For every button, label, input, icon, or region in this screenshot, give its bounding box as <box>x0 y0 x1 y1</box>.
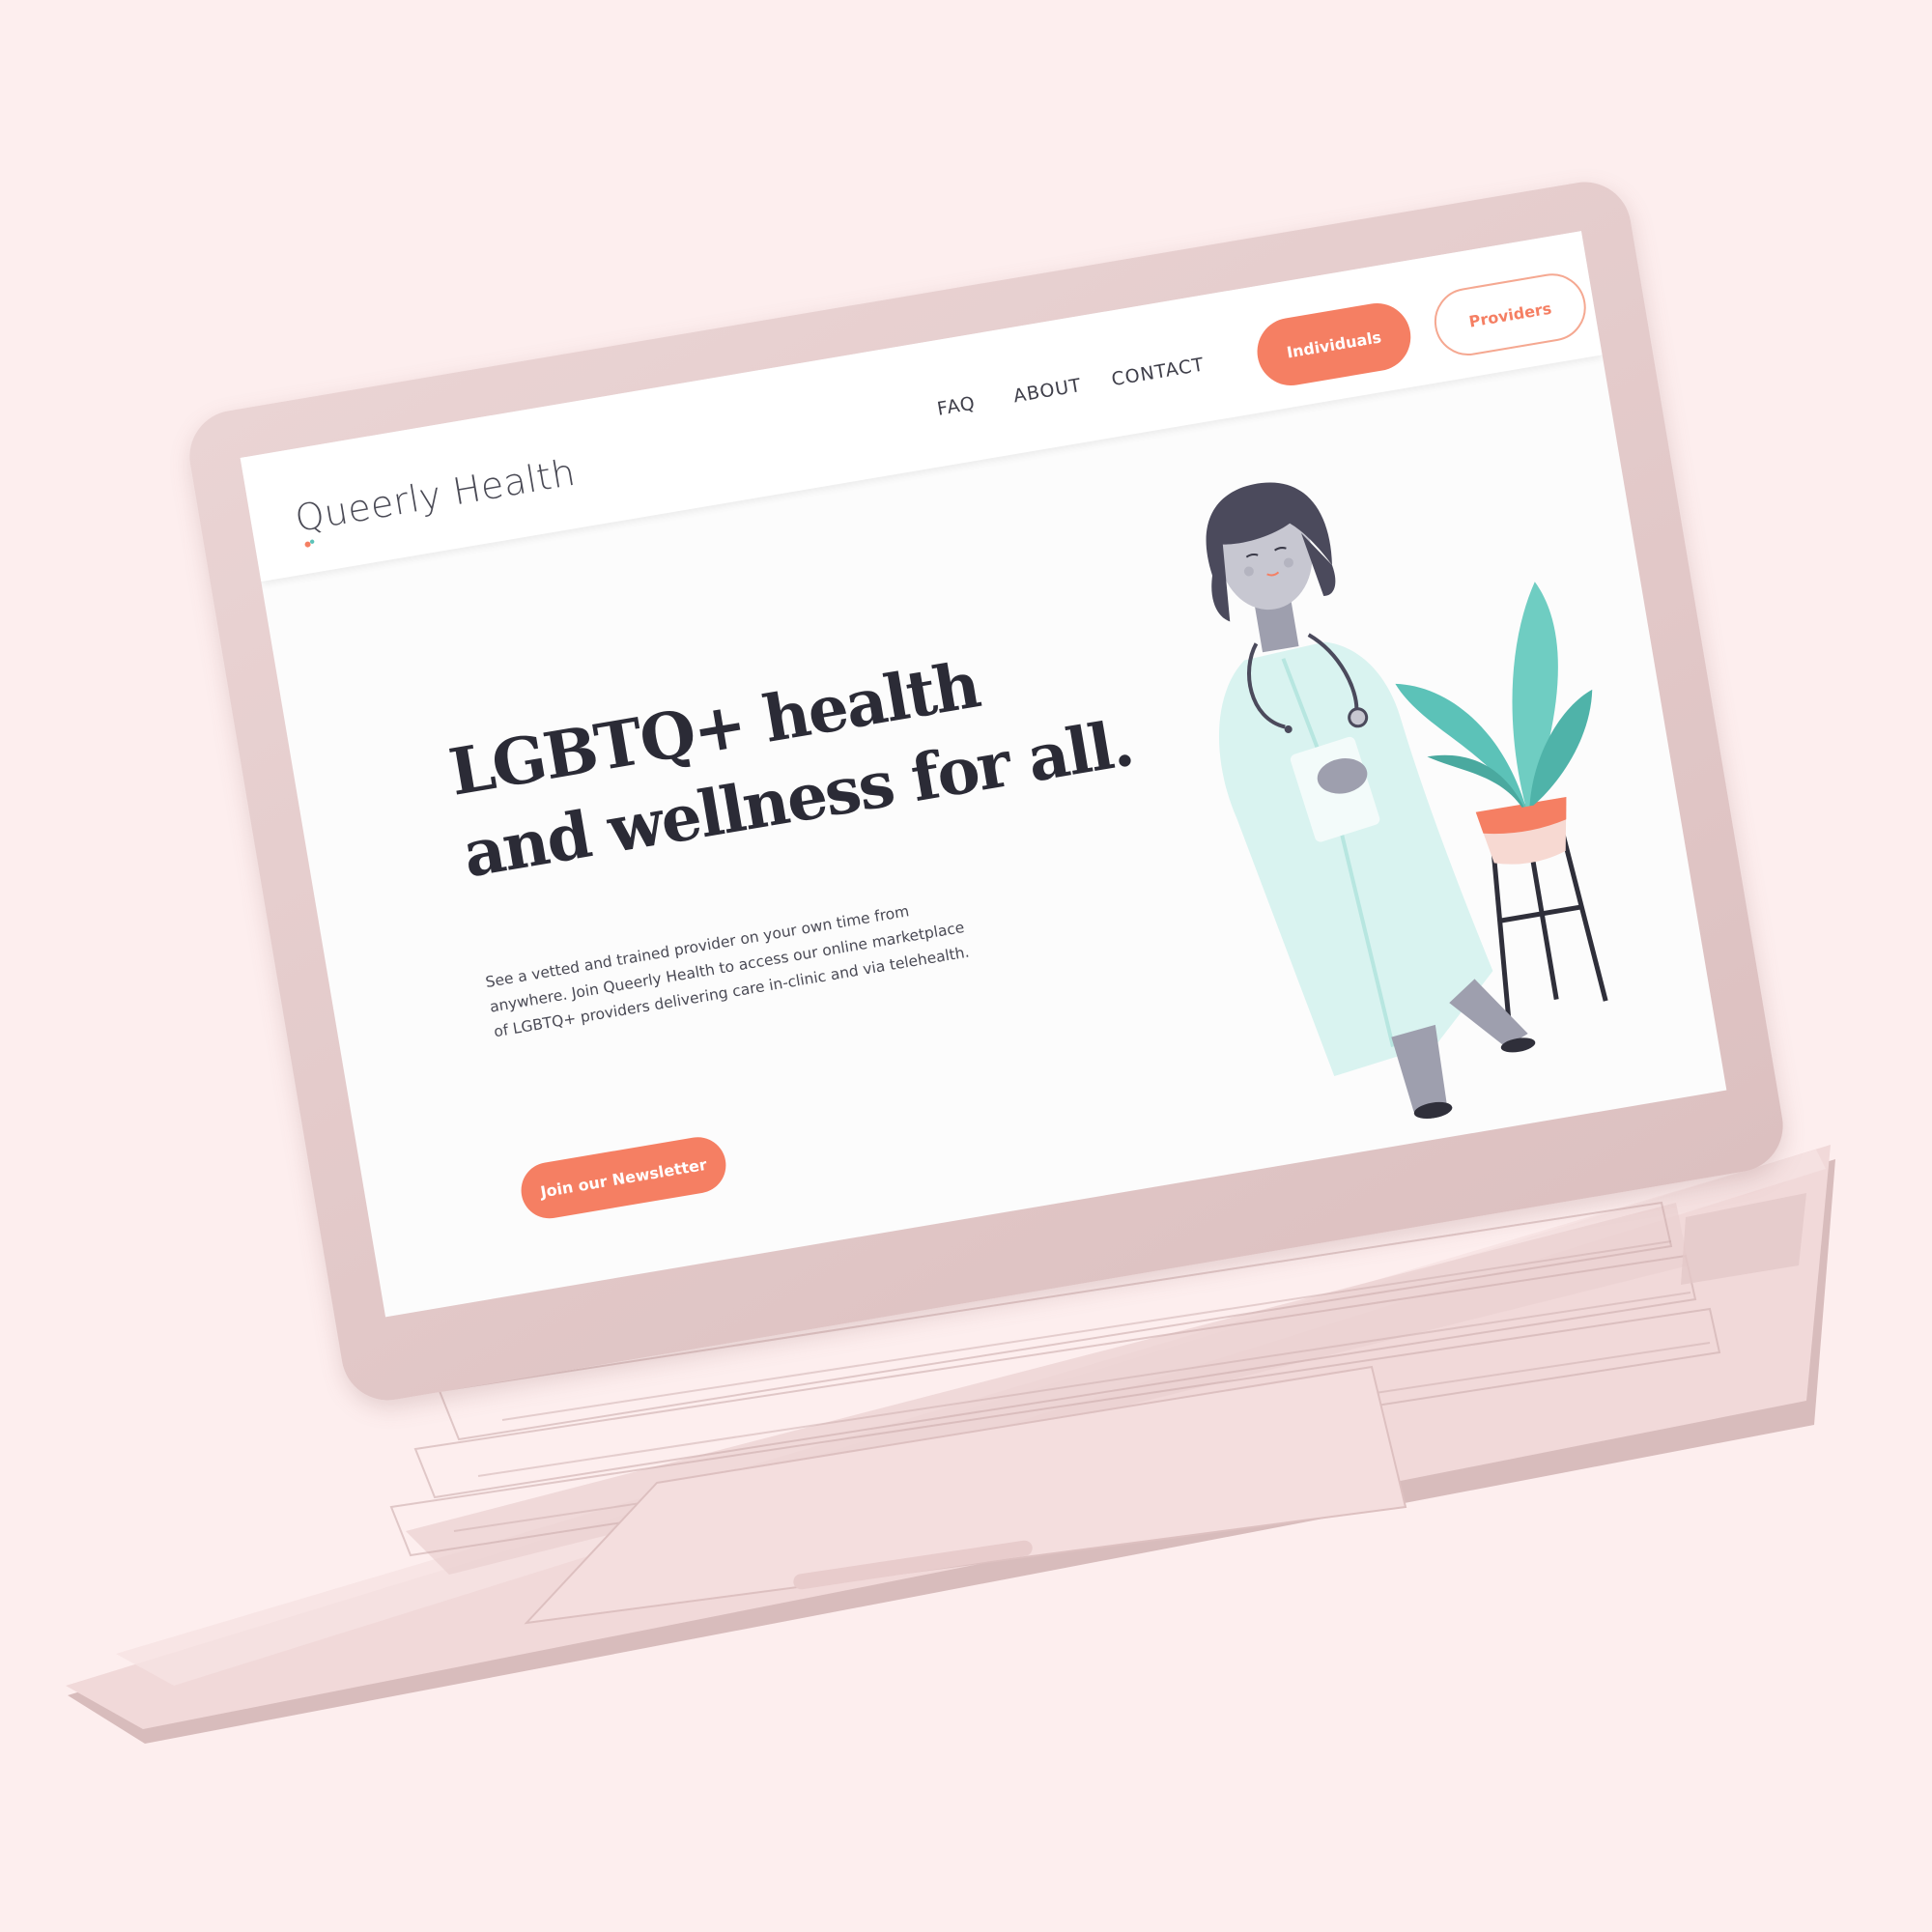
logo-mark-icon <box>304 539 315 548</box>
providers-button[interactable]: Providers <box>1429 268 1592 361</box>
nav-link-contact[interactable]: CONTACT <box>1110 354 1206 390</box>
site-logo[interactable]: Queerly Health <box>292 451 579 540</box>
hero-title: LGBTQ+ health and wellness for all. <box>443 619 1138 895</box>
individuals-button[interactable]: Individuals <box>1252 298 1416 391</box>
mockup-stage: Queerly Health FAQ ABOUT CONTACT Individ… <box>0 0 1932 1932</box>
browser-screen: Queerly Health FAQ ABOUT CONTACT Individ… <box>240 231 1727 1318</box>
doctor-illustration <box>1206 482 1608 1120</box>
nav-link-faq[interactable]: FAQ <box>936 392 978 419</box>
nav-link-about[interactable]: ABOUT <box>1011 375 1083 408</box>
newsletter-button[interactable]: Join our Newsletter <box>517 1132 730 1223</box>
hero-description: See a vetted and trained provider on you… <box>484 890 972 1044</box>
